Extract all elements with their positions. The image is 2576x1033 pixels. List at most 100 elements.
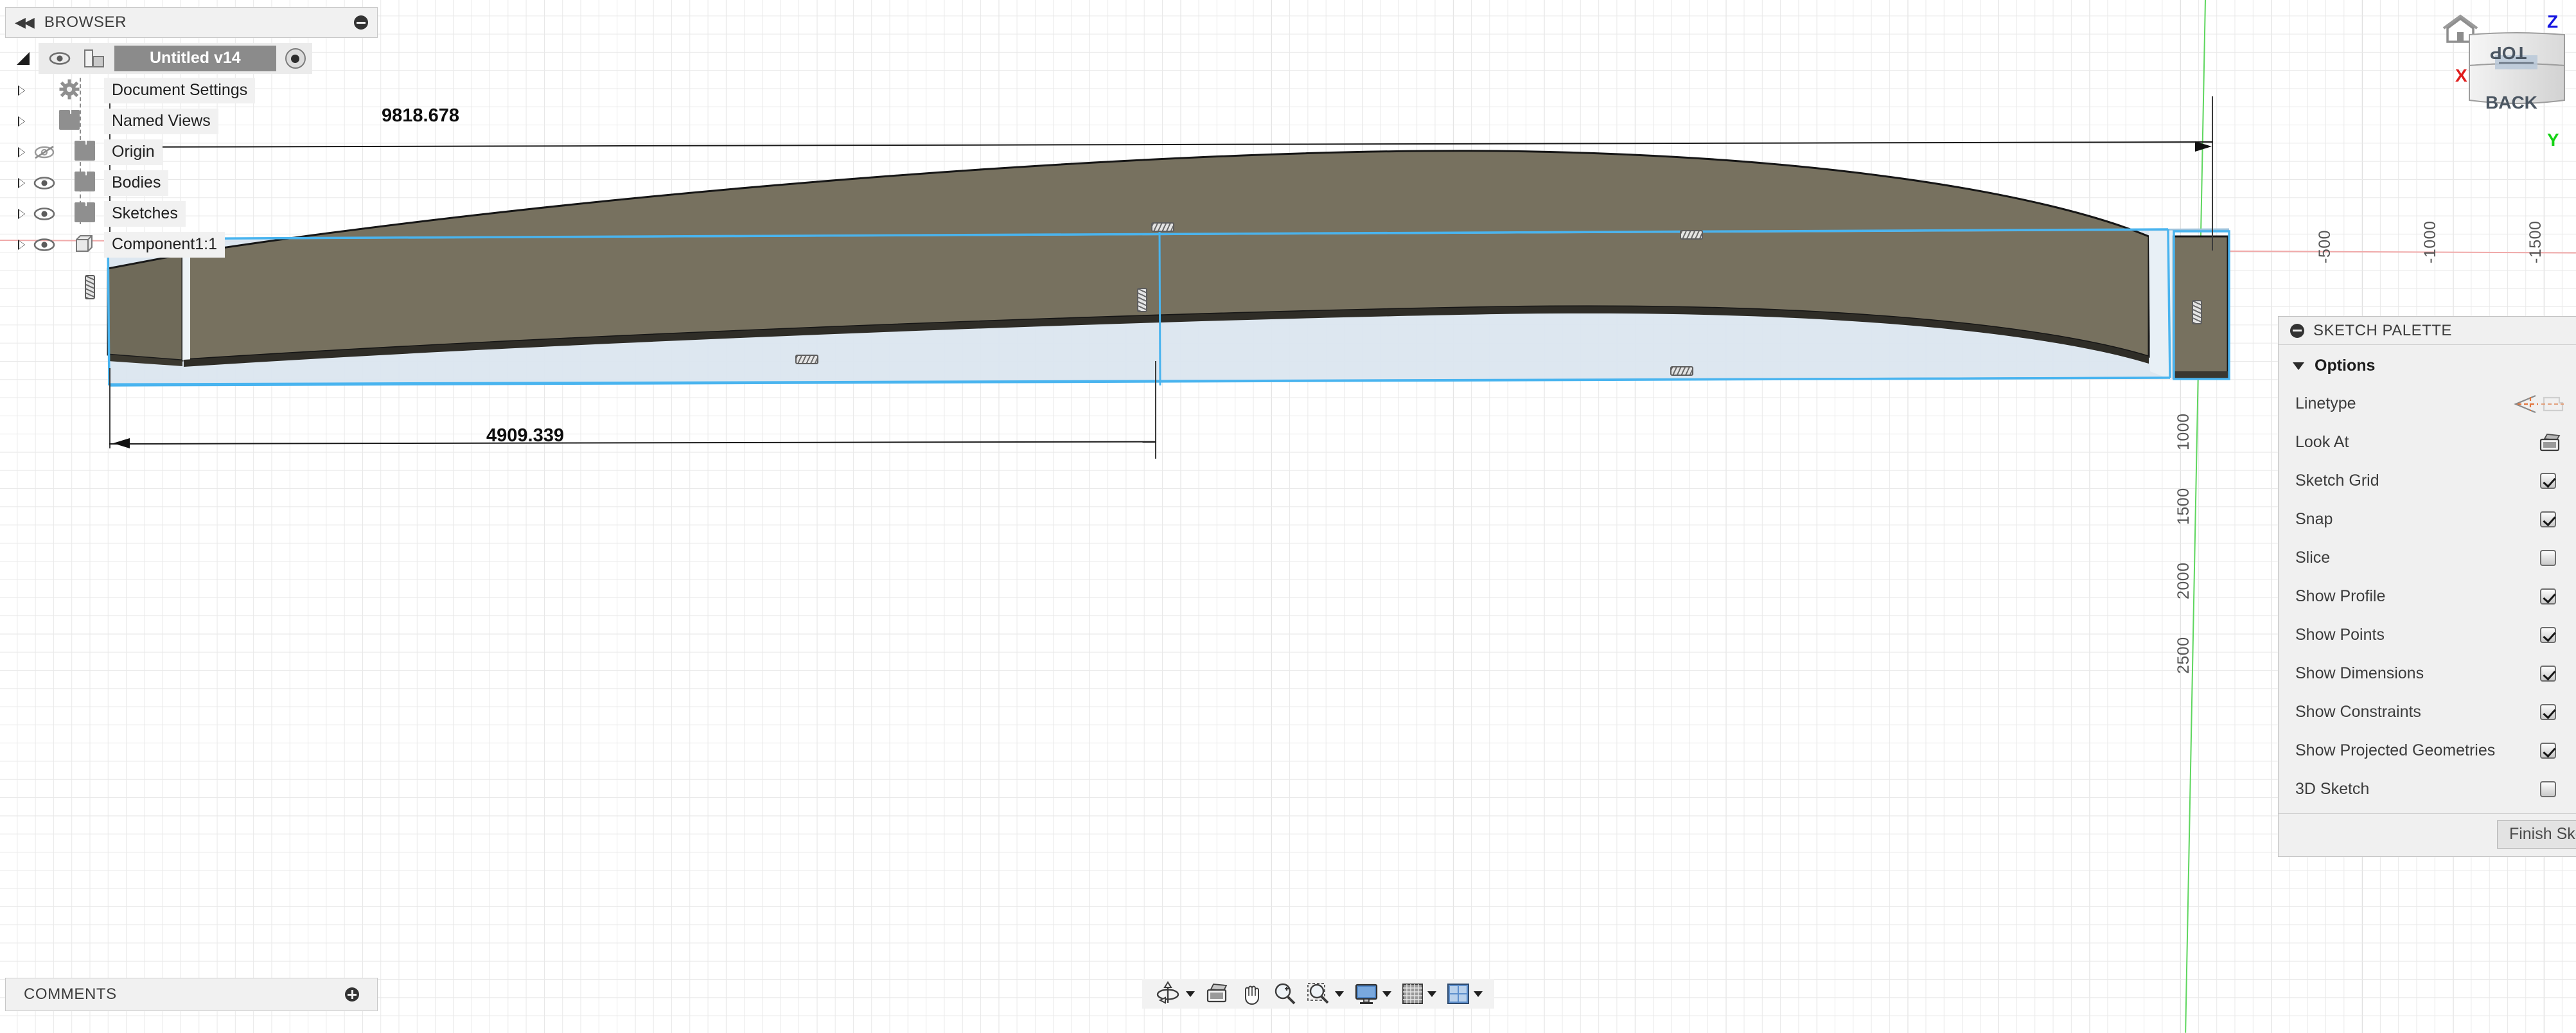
tree-item-label: Component1:1 — [104, 232, 225, 258]
palette-row-show-profile[interactable]: Show Profile — [2279, 577, 2576, 615]
comments-panel[interactable]: COMMENTS — [5, 978, 378, 1011]
axis-label-y: Y — [2547, 130, 2559, 150]
3d-sketch-checkbox[interactable] — [2540, 781, 2556, 797]
sketch-palette-body: Options Linetype — [2279, 345, 2576, 813]
fix-constraint-mid-edge[interactable] — [1137, 288, 1147, 312]
palette-row-show-dimensions[interactable]: Show Dimensions — [2279, 654, 2576, 693]
chevron-down-icon[interactable] — [1427, 991, 1436, 997]
chevron-down-icon[interactable] — [1382, 991, 1391, 997]
row-label: Look At — [2295, 433, 2538, 452]
axis-label-z: Z — [2547, 12, 2558, 32]
row-label: Show Constraints — [2295, 703, 2540, 721]
palette-row-show-points[interactable]: Show Points — [2279, 615, 2576, 654]
palette-row-show-projected-geometries[interactable]: Show Projected Geometries — [2279, 731, 2576, 770]
modeling-canvas[interactable]: -500 -1000 -1500 1000 1500 2000 2500 — [0, 0, 2576, 1033]
tree-item-sketches[interactable]: Sketches — [5, 199, 378, 229]
axis-tick-v-0: 1000 — [2175, 413, 2193, 450]
dim2-arrow-left — [113, 438, 130, 448]
fix-constraint-bot-left[interactable] — [795, 355, 818, 364]
show-profile-checkbox[interactable] — [2540, 588, 2556, 605]
finish-sketch-button[interactable]: Finish Sketch — [2497, 820, 2576, 849]
axis-tick-v-3: 2500 — [2175, 637, 2193, 674]
grid-settings-button[interactable] — [1397, 979, 1442, 1009]
fix-constraint-left-edge[interactable] — [85, 275, 95, 299]
expand-icon[interactable] — [13, 116, 30, 127]
expand-icon[interactable] — [13, 85, 30, 96]
row-label: Show Projected Geometries — [2295, 741, 2540, 760]
folder-icon — [59, 114, 80, 130]
slice-checkbox[interactable] — [2540, 550, 2556, 566]
construction-line-icon[interactable] — [2512, 394, 2534, 413]
axis-tick-h-0: -500 — [2316, 230, 2334, 263]
tree-root-row[interactable]: Untitled v14 — [5, 42, 378, 75]
add-comment-icon[interactable] — [345, 987, 359, 1002]
browser-title: BROWSER — [44, 13, 354, 31]
fix-constraint-top-right[interactable] — [1680, 230, 1703, 240]
radio-activate-icon[interactable] — [285, 48, 306, 69]
tree-item-bodies[interactable]: Bodies — [5, 168, 378, 199]
palette-row-sketch-grid[interactable]: Sketch Grid — [2279, 461, 2576, 500]
display-settings-button[interactable] — [1349, 979, 1397, 1009]
visibility-eye-icon[interactable] — [45, 52, 75, 65]
expand-icon[interactable] — [13, 147, 30, 157]
component-icon — [75, 234, 94, 256]
tree-item-component1[interactable]: Component1:1 — [5, 229, 378, 260]
x-axis-line — [0, 240, 2576, 254]
palette-row-show-constraints[interactable]: Show Constraints — [2279, 693, 2576, 731]
visibility-eye-icon[interactable] — [30, 207, 59, 220]
visibility-eye-icon[interactable] — [30, 238, 59, 251]
dim1-arrow-right — [2195, 141, 2212, 152]
orbit-button[interactable] — [1149, 979, 1200, 1009]
root-document-name[interactable]: Untitled v14 — [114, 46, 276, 71]
chevron-down-icon[interactable] — [2293, 362, 2304, 370]
show-dimensions-checkbox[interactable] — [2540, 666, 2556, 682]
palette-row-look-at[interactable]: Look At — [2279, 423, 2576, 461]
show-points-checkbox[interactable] — [2540, 627, 2556, 643]
visibility-eye-icon[interactable] — [30, 177, 59, 190]
zoom-in-button[interactable] — [1268, 979, 1301, 1009]
look-at-button[interactable] — [1200, 979, 1235, 1009]
collapse-left-icon[interactable]: ◀◀ — [15, 15, 33, 30]
view-cube-face-top[interactable]: TOP — [2490, 42, 2527, 63]
chevron-down-icon[interactable] — [1186, 991, 1195, 997]
pan-button[interactable] — [1235, 979, 1268, 1009]
axis-tick-v-1: 1500 — [2175, 488, 2193, 525]
dim2-value[interactable]: 4909.339 — [486, 425, 564, 446]
expand-icon[interactable] — [13, 178, 30, 188]
minimize-icon[interactable] — [354, 15, 368, 30]
zoom-window-button[interactable] — [1301, 979, 1349, 1009]
sketch-palette-header: SKETCH PALETTE — [2279, 317, 2576, 345]
minimize-icon[interactable] — [2290, 324, 2304, 338]
tree-item-origin[interactable]: Origin — [5, 137, 378, 168]
sketch-grid-checkbox[interactable] — [2540, 473, 2556, 489]
dim2-line — [109, 441, 1156, 445]
tree-item-named-views[interactable]: Named Views — [5, 106, 378, 137]
dim2-ext-right — [1155, 361, 1156, 459]
options-section-header[interactable]: Options — [2279, 351, 2576, 384]
expand-root-icon[interactable] — [17, 52, 30, 65]
view-cube-face-back[interactable]: BACK — [2485, 93, 2537, 113]
palette-row-linetype[interactable]: Linetype — [2279, 384, 2576, 423]
fix-constraint-top-mid[interactable] — [1151, 222, 1174, 232]
fix-constraint-bot-right[interactable] — [1670, 366, 1693, 376]
chevron-down-icon[interactable] — [1335, 991, 1344, 997]
snap-checkbox[interactable] — [2540, 511, 2556, 527]
dim1-value[interactable]: 9818.678 — [382, 105, 459, 127]
grid-settings-icon — [1402, 983, 1424, 1005]
expand-icon[interactable] — [13, 209, 30, 219]
show-projected-geometries-checkbox[interactable] — [2540, 743, 2556, 759]
view-cube[interactable]: TOP BACK X Y Z — [2435, 3, 2576, 163]
palette-row-3d-sketch[interactable]: 3D Sketch — [2279, 770, 2576, 808]
centerline-icon[interactable] — [2538, 394, 2560, 413]
show-constraints-checkbox[interactable] — [2540, 704, 2556, 720]
folder-icon — [75, 206, 95, 222]
tree-item-document-settings[interactable]: Document Settings — [5, 75, 378, 106]
viewport-layout-button[interactable] — [1442, 979, 1488, 1009]
chevron-down-icon[interactable] — [1474, 991, 1483, 997]
fix-constraint-right-end[interactable] — [2192, 300, 2202, 324]
visibility-eye-off-icon[interactable] — [30, 145, 59, 159]
look-at-icon[interactable] — [2538, 432, 2560, 452]
palette-row-slice[interactable]: Slice — [2279, 538, 2576, 577]
expand-icon[interactable] — [13, 240, 30, 250]
palette-row-snap[interactable]: Snap — [2279, 500, 2576, 538]
